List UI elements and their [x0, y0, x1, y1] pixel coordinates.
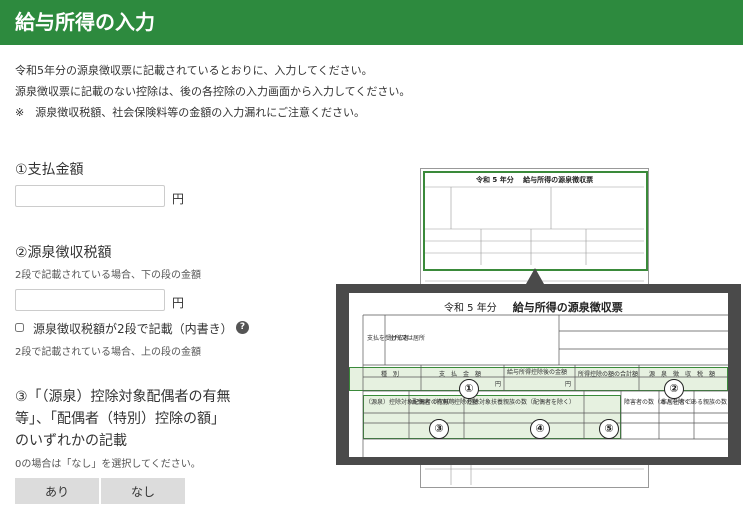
- zoom-label-after-deduction: 給与所得控除後の金額: [507, 369, 568, 376]
- intro-line-2: 源泉徴収票に記載のない控除は、後の各控除の入力画面から入力してください。: [15, 85, 411, 98]
- spouse-title-line-3: のいずれかの記載: [15, 433, 127, 449]
- intro-line-1: 令和5年分の源泉徴収票に記載されているとおりに、入力してください。: [15, 64, 373, 77]
- zoom-label-type: 種 別: [381, 371, 400, 378]
- marker-5: ⑤: [599, 419, 619, 439]
- intro-text: 令和5年分の源泉徴収票に記載されているとおりに、入力してください。 源泉徴収票に…: [15, 60, 410, 123]
- withholding-tax-input[interactable]: [15, 289, 165, 311]
- withholding-tax-hint-upper: 2段で記載されている場合、上の段の金額: [15, 347, 202, 358]
- zoom-label-tax: 源 泉 徴 収 税 額: [649, 371, 716, 378]
- zoom-label-dependents: 控除対象扶養親族の数（配偶者を除く）: [467, 399, 576, 406]
- zoom-label-yen-1: 円: [495, 381, 502, 388]
- withholding-tax-title: ②源泉徴収税額: [15, 245, 112, 261]
- zoom-pointer: [526, 268, 544, 284]
- help-icon[interactable]: ?: [236, 321, 249, 334]
- marker-2: ②: [664, 379, 684, 399]
- zoom-label-deduction-total: 所得控除の額の合計額: [578, 371, 639, 378]
- payment-amount-title: ①支払金額: [15, 162, 84, 178]
- spouse-hint: 0の場合は「なし」を選択してください。: [15, 459, 201, 470]
- marker-3: ③: [429, 419, 449, 439]
- option-yes-button[interactable]: あり: [15, 478, 99, 504]
- payment-amount-unit: 円: [172, 192, 185, 206]
- spouse-title-line-2: 等」、「配偶者（特別）控除の額」: [15, 411, 225, 427]
- two-tier-checkbox[interactable]: [15, 323, 24, 332]
- withholding-tax-hint-lower: 2段で記載されている場合、下の段の金額: [15, 270, 202, 281]
- zoom-label-pay: 支 払 金 額: [439, 371, 482, 378]
- marker-1: ①: [459, 379, 479, 399]
- page-title: 給与所得の入力: [0, 0, 743, 45]
- withholding-tax-unit: 円: [172, 296, 185, 310]
- spouse-section-title: ③「（源泉）控除対象配偶者の有無 等」、「配偶者（特別）控除の額」 のいずれかの…: [15, 386, 255, 452]
- spouse-title-line-1: ③「（源泉）控除対象配偶者の有無: [15, 389, 231, 405]
- zoom-label-address: 住所又は居所: [389, 335, 426, 342]
- two-tier-checkbox-label[interactable]: 源泉徴収税額が2段で記載（内書き）: [33, 320, 233, 337]
- zoom-label-yen-2: 円: [565, 381, 572, 388]
- option-no-button[interactable]: なし: [101, 478, 185, 504]
- zoom-slip: 令和 5 年分 給与所得の源泉徴収票 支払を受ける者 住所又は居所 種 別 支 …: [349, 293, 728, 457]
- payment-amount-input[interactable]: [15, 185, 165, 207]
- intro-line-3: ※ 源泉徴収税額、社会保険料等の金額の入力漏れにご注意ください。: [15, 106, 365, 119]
- marker-4: ④: [530, 419, 550, 439]
